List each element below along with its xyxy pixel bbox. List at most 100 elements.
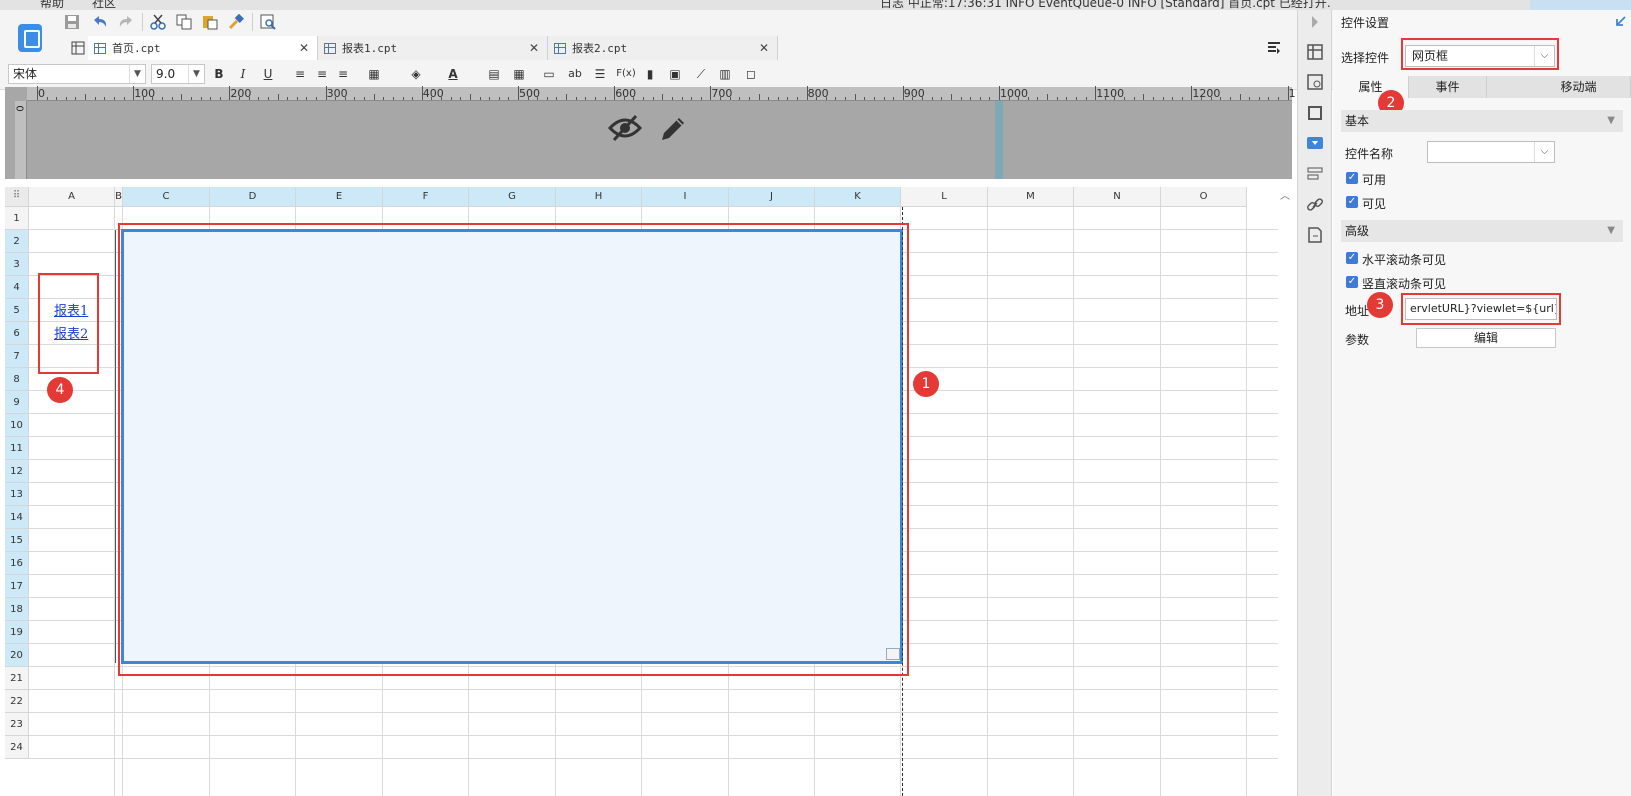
row-header-21[interactable]: 21 — [5, 667, 29, 690]
tab-report1[interactable]: 报表1.cpt ✕ — [318, 36, 548, 60]
tab-mobile[interactable]: 移动端 — [1487, 76, 1631, 98]
underline-button[interactable]: U — [259, 65, 277, 83]
visible-checkbox[interactable]: ✓ — [1346, 196, 1358, 208]
font-color-icon[interactable]: A — [444, 65, 462, 83]
row-header-8[interactable]: 8 — [5, 368, 29, 391]
close-icon[interactable]: ✕ — [529, 41, 539, 55]
row-header-16[interactable]: 16 — [5, 552, 29, 575]
close-icon[interactable]: ✕ — [299, 41, 309, 55]
row-header-23[interactable]: 23 — [5, 713, 29, 736]
vscroll-checkbox[interactable]: ✓ — [1346, 276, 1358, 288]
control-name-input[interactable]: ⌵ — [1427, 141, 1555, 163]
sheet-grid-icon[interactable] — [68, 38, 88, 58]
user-badge[interactable] — [1530, 0, 1631, 10]
column-header-f[interactable]: F — [383, 187, 469, 207]
section-basic[interactable]: 基本 ▼ — [1341, 110, 1623, 132]
chevron-down-icon[interactable]: ▼ — [188, 65, 204, 83]
row-header-19[interactable]: 19 — [5, 621, 29, 644]
chevron-down-icon[interactable]: ▼ — [1607, 220, 1615, 242]
row-header-5[interactable]: 5 — [5, 299, 29, 322]
condition-attribute-icon[interactable] — [1306, 165, 1324, 183]
row-header-3[interactable]: 3 — [5, 253, 29, 276]
redo-icon[interactable] — [116, 12, 136, 32]
column-header-k[interactable]: K — [815, 187, 901, 207]
column-header-g[interactable]: G — [469, 187, 556, 207]
italic-button[interactable]: I — [234, 65, 252, 83]
column-header-j[interactable]: J — [729, 187, 815, 207]
cut-icon[interactable] — [148, 12, 168, 32]
format-painter-icon[interactable] — [226, 12, 246, 32]
align-right-icon[interactable]: ≡ — [334, 65, 352, 83]
bold-button[interactable]: B — [210, 65, 228, 83]
field-icon[interactable]: ▭ — [540, 65, 558, 83]
align-center-icon[interactable]: ≡ — [313, 65, 331, 83]
menu-community[interactable]: 社区 — [92, 0, 116, 10]
fill-color-icon[interactable]: ◈ — [407, 65, 425, 83]
table-icon[interactable]: ▦ — [510, 65, 528, 83]
chevron-down-icon[interactable]: ⌵ — [1534, 142, 1554, 162]
scroll-up-icon[interactable]: ︿ — [1278, 187, 1292, 207]
row-header-13[interactable]: 13 — [5, 483, 29, 506]
column-header-h[interactable]: H — [556, 187, 642, 207]
column-header-n[interactable]: N — [1074, 187, 1161, 207]
widget-settings-icon[interactable] — [1306, 134, 1324, 152]
hidden-eye-icon[interactable] — [608, 114, 642, 142]
row-header-4[interactable]: 4 — [5, 276, 29, 299]
row-header-14[interactable]: 14 — [5, 506, 29, 529]
tab-list-icon[interactable] — [1264, 38, 1284, 58]
column-header-o[interactable]: O — [1161, 187, 1247, 207]
copy-icon[interactable] — [174, 12, 194, 32]
paste-icon[interactable] — [200, 12, 220, 32]
border-icon[interactable]: ▦ — [365, 65, 383, 83]
enabled-checkbox[interactable]: ✓ — [1346, 172, 1358, 184]
row-header-18[interactable]: 18 — [5, 598, 29, 621]
section-advanced[interactable]: 高级 ▼ — [1341, 220, 1623, 242]
spreadsheet-grid[interactable]: ⠿ ABCDEFGHIJKLMNO 1 2 3 4 5 6 7 8 9 10 11 12 13 14 15 1… — [5, 187, 1292, 796]
column-header-c[interactable]: C — [123, 187, 210, 207]
formula-button[interactable]: F(x) — [614, 65, 638, 83]
row-header-10[interactable]: 10 — [5, 414, 29, 437]
cell-element-icon[interactable] — [1306, 73, 1324, 91]
row-header-17[interactable]: 17 — [5, 575, 29, 598]
hyperlink-icon[interactable] — [1306, 196, 1324, 214]
font-size-select[interactable]: 9.0 ▼ — [151, 64, 205, 84]
expand-arrow-icon[interactable] — [1306, 13, 1324, 31]
row-header-7[interactable]: 7 — [5, 345, 29, 368]
select-all-corner[interactable]: ⠿ — [5, 187, 29, 207]
collapse-panel-icon[interactable] — [1615, 15, 1627, 27]
chart-icon[interactable]: ▮ — [641, 65, 659, 83]
row-header-1[interactable]: 1 — [5, 207, 29, 230]
row-header-20[interactable]: 20 — [5, 644, 29, 667]
column-header-e[interactable]: E — [296, 187, 383, 207]
save-icon[interactable] — [62, 12, 82, 32]
column-header-m[interactable]: M — [988, 187, 1074, 207]
paragraph-icon[interactable]: ☰ — [591, 65, 609, 83]
merge-cell-icon[interactable]: ▤ — [485, 65, 503, 83]
preview-icon[interactable] — [258, 12, 278, 32]
hscroll-checkbox[interactable]: ✓ — [1346, 252, 1358, 264]
row-header-9[interactable]: 9 — [5, 391, 29, 414]
font-family-select[interactable]: 宋体 ▼ — [8, 64, 146, 84]
row-header-6[interactable]: 6 — [5, 322, 29, 345]
row-header-15[interactable]: 15 — [5, 529, 29, 552]
row-header-2[interactable]: 2 — [5, 230, 29, 253]
cell-property-icon[interactable] — [1306, 43, 1324, 61]
insert-shape-icon[interactable]: ◻ — [742, 65, 760, 83]
tab-home[interactable]: 首页.cpt ✕ — [88, 36, 318, 60]
row-header-11[interactable]: 11 — [5, 437, 29, 460]
column-header-b[interactable]: B — [115, 187, 123, 207]
align-left-icon[interactable]: ≡ — [291, 65, 309, 83]
edit-pencil-icon[interactable] — [658, 114, 688, 144]
column-header-i[interactable]: I — [642, 187, 729, 207]
column-header-d[interactable]: D — [210, 187, 296, 207]
row-header-12[interactable]: 12 — [5, 460, 29, 483]
tab-report2[interactable]: 报表2.cpt ✕ — [548, 36, 778, 60]
undo-icon[interactable] — [90, 12, 110, 32]
row-header-22[interactable]: 22 — [5, 690, 29, 713]
slash-cell-icon[interactable]: ⟋ — [692, 65, 710, 83]
edit-params-button[interactable]: 编辑 — [1416, 328, 1556, 348]
close-icon[interactable]: ✕ — [759, 41, 769, 55]
sub-report-icon[interactable]: ▥ — [716, 65, 734, 83]
page-setting-icon[interactable] — [1306, 226, 1324, 244]
image-icon[interactable]: ▣ — [666, 65, 684, 83]
